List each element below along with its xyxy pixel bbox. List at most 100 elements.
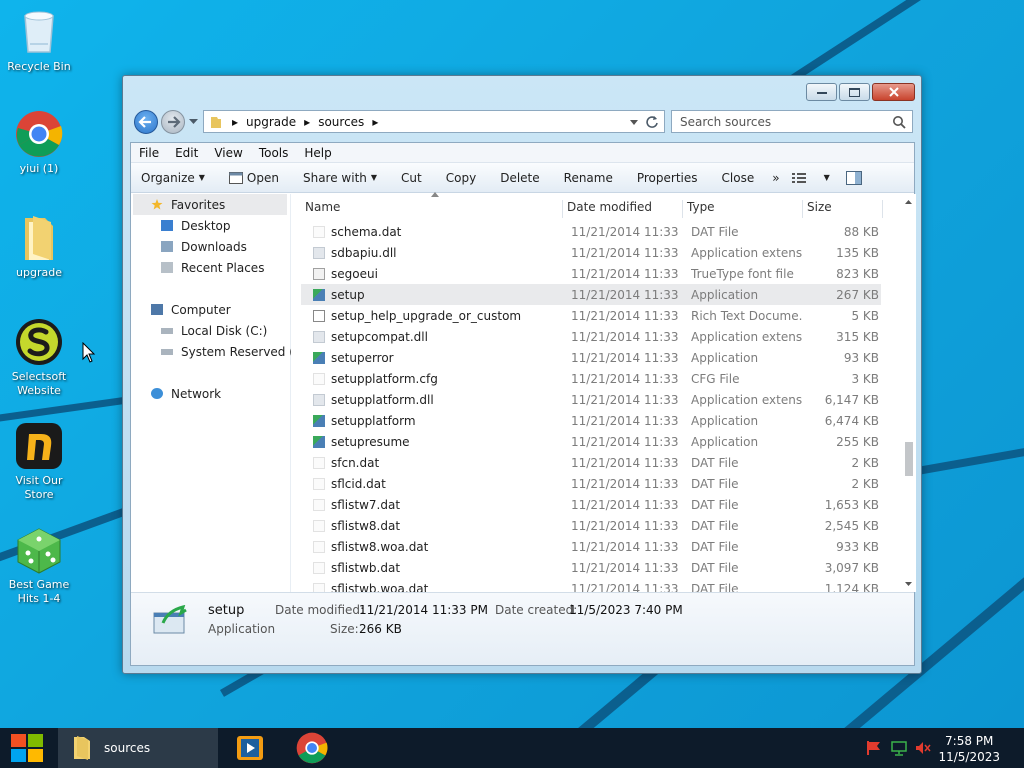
clock-time: 7:58 PM: [945, 734, 994, 748]
desktop-icon-selectsoft[interactable]: Selectsoft Website: [1, 318, 77, 398]
forward-button[interactable]: [161, 110, 185, 134]
system-clock[interactable]: 7:58 PM 11/5/2023: [938, 733, 1000, 765]
file-date-modified: 11/21/2014 11:33 ...: [571, 329, 683, 344]
file-row[interactable]: sdbapiu.dll 11/21/2014 11:33 ... Applicati…: [301, 242, 881, 263]
preview-pane-button[interactable]: [836, 170, 872, 185]
file-size: 933 KB: [836, 539, 879, 554]
properties-button[interactable]: Properties: [625, 171, 710, 185]
file-date-modified: 11/21/2014 11:33 ...: [571, 224, 683, 239]
start-button[interactable]: [10, 728, 44, 768]
breadcrumb-upgrade[interactable]: upgrade: [246, 115, 296, 129]
nav-item-system-reserved[interactable]: System Reserved (E:): [161, 341, 291, 362]
search-icon[interactable]: [892, 115, 906, 129]
file-row[interactable]: sflistw8.woa.dat 11/21/2014 11:33 ... DAT …: [301, 536, 881, 557]
file-list-scrollbar[interactable]: [902, 194, 916, 592]
close-button[interactable]: Close: [710, 171, 767, 185]
nav-item-downloads[interactable]: Downloads: [161, 236, 247, 257]
menu-view[interactable]: View: [206, 146, 250, 160]
scroll-down-icon[interactable]: [905, 582, 912, 586]
maximize-button[interactable]: [839, 83, 870, 101]
file-size: 2 KB: [851, 455, 879, 470]
taskbar-explorer-sources[interactable]: sources: [58, 728, 218, 768]
network-status-icon[interactable]: [891, 740, 907, 756]
file-name: sfcn.dat: [331, 455, 380, 470]
volume-muted-icon[interactable]: [915, 740, 931, 756]
file-type-icon: [313, 435, 325, 448]
file-row[interactable]: setupplatform.cfg 11/21/2014 11:33 ... CFG…: [301, 368, 881, 389]
menu-tools[interactable]: Tools: [251, 146, 297, 160]
drive-icon: [161, 348, 173, 355]
file-row[interactable]: segoeui 11/21/2014 11:33 ... TrueType font…: [301, 263, 881, 284]
minimize-icon: [816, 92, 827, 94]
file-size: 93 KB: [843, 350, 879, 365]
file-row[interactable]: setuperror 11/21/2014 11:33 ... Applicatio…: [301, 347, 881, 368]
close-window-button[interactable]: [872, 83, 915, 101]
organize-button[interactable]: Organize ▼: [131, 171, 217, 185]
file-name: sdbapiu.dll: [331, 245, 397, 260]
taskbar-chrome[interactable]: [296, 728, 328, 768]
file-date-modified: 11/21/2014 11:33 ...: [571, 539, 683, 554]
address-dropdown-icon[interactable]: [630, 120, 638, 125]
minimize-button[interactable]: [806, 83, 837, 101]
nav-item-computer[interactable]: Computer: [151, 299, 231, 320]
navigation-row: ▸ upgrade ▸ sources ▸ Search sources: [131, 108, 915, 136]
desktop-icon-recycle-bin[interactable]: Recycle Bin: [1, 8, 77, 74]
file-row[interactable]: sflistw8.dat 11/21/2014 11:33 ... DAT File…: [301, 515, 881, 536]
file-row[interactable]: sflistw7.dat 11/21/2014 11:33 ... DAT File…: [301, 494, 881, 515]
delete-button[interactable]: Delete: [488, 171, 551, 185]
file-type: Application: [691, 350, 759, 365]
file-row[interactable]: setupcompat.dll 11/21/2014 11:33 ... Appli…: [301, 326, 881, 347]
copy-button[interactable]: Copy: [434, 171, 488, 185]
nav-item-network[interactable]: Network: [151, 383, 221, 404]
change-view-button[interactable]: ▼: [786, 172, 836, 184]
open-app-icon: [228, 171, 243, 184]
file-name: sflistw8.dat: [331, 518, 401, 533]
window-controls: [806, 83, 915, 101]
file-type: DAT File: [691, 560, 739, 575]
file-type: CFG File: [691, 371, 740, 386]
refresh-icon[interactable]: [645, 115, 659, 129]
cut-button[interactable]: Cut: [389, 171, 434, 185]
rename-button[interactable]: Rename: [552, 171, 625, 185]
address-bar[interactable]: ▸ upgrade ▸ sources ▸: [203, 110, 665, 133]
scroll-up-icon[interactable]: [905, 200, 912, 204]
desktop-icon-best-game-hits[interactable]: Best Game Hits 1-4: [1, 526, 77, 606]
desktop-icon-label: Visit Our Store: [15, 474, 63, 501]
file-row[interactable]: sfcn.dat 11/21/2014 11:33 ... DAT File 2 KB: [301, 452, 881, 473]
delete-label: Delete: [500, 170, 540, 185]
desktop-icon-visit-store[interactable]: Visit Our Store: [1, 422, 77, 502]
column-header-size[interactable]: Size: [803, 200, 883, 218]
action-center-flag-icon[interactable]: [866, 740, 882, 756]
file-row[interactable]: sflcid.dat 11/21/2014 11:33 ... DAT File 2 …: [301, 473, 881, 494]
open-button[interactable]: Open: [217, 171, 291, 185]
search-input[interactable]: Search sources: [671, 110, 913, 133]
nav-item-local-disk[interactable]: Local Disk (C:): [161, 320, 267, 341]
recent-locations-chevron-icon[interactable]: [189, 119, 198, 125]
scrollbar-thumb[interactable]: [905, 442, 913, 476]
file-date-modified: 11/21/2014 11:33 ...: [571, 455, 683, 470]
column-header-date[interactable]: Date modified: [563, 200, 683, 218]
file-row[interactable]: setupplatform.dll 11/21/2014 11:33 ... App…: [301, 389, 881, 410]
column-header-name[interactable]: Name: [301, 200, 563, 218]
share-with-button[interactable]: Share with ▼: [291, 171, 389, 185]
file-row[interactable]: setup 11/21/2014 11:33 ... Application 267 …: [301, 284, 881, 305]
file-row[interactable]: sflistwb.dat 11/21/2014 11:33 ... DAT File…: [301, 557, 881, 578]
file-row[interactable]: setup_help_upgrade_or_custom 11/21/2014 1…: [301, 305, 881, 326]
breadcrumb-separator-icon: ▸: [372, 114, 379, 129]
menu-edit[interactable]: Edit: [167, 146, 206, 160]
nav-item-desktop[interactable]: Desktop: [161, 215, 231, 236]
nav-item-recent-places[interactable]: Recent Places: [161, 257, 264, 278]
menu-file[interactable]: File: [131, 146, 167, 160]
desktop-icon-yiui[interactable]: yiui (1): [1, 110, 77, 176]
nav-item-favorites[interactable]: Favorites: [151, 194, 225, 215]
taskbar-media-player[interactable]: [236, 728, 264, 768]
menu-help[interactable]: Help: [296, 146, 339, 160]
column-header-type[interactable]: Type: [683, 200, 803, 218]
breadcrumb-sources[interactable]: sources: [318, 115, 364, 129]
file-row[interactable]: setupplatform 11/21/2014 11:33 ... Applica…: [301, 410, 881, 431]
file-row[interactable]: schema.dat 11/21/2014 11:33 ... DAT File 88…: [301, 221, 881, 242]
desktop-icon-upgrade[interactable]: upgrade: [1, 214, 77, 280]
file-row[interactable]: setupresume 11/21/2014 11:33 ... Applicati…: [301, 431, 881, 452]
more-commands-button[interactable]: »: [766, 171, 785, 185]
back-button[interactable]: [134, 110, 158, 134]
